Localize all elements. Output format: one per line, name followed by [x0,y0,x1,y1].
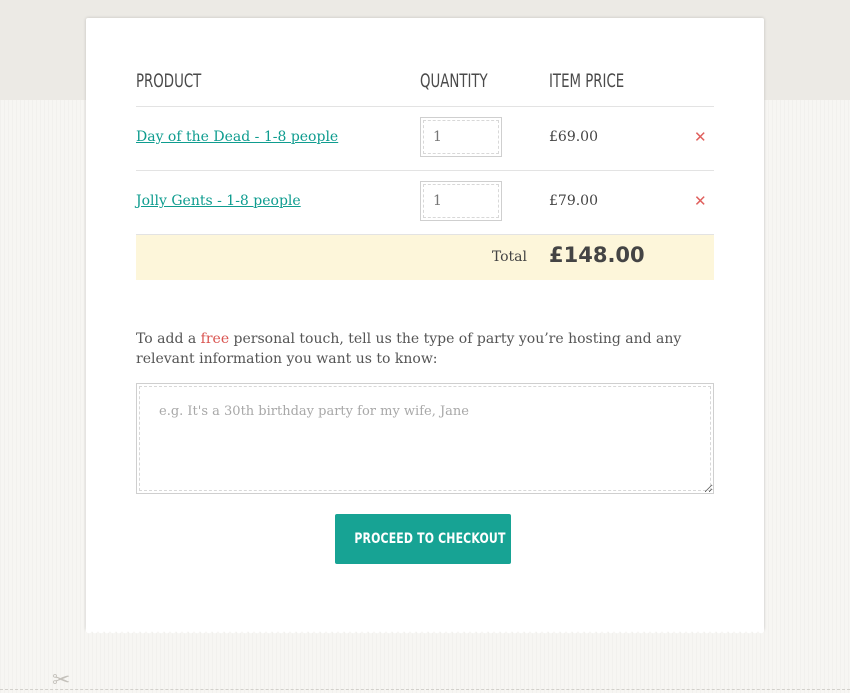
close-x-icon[interactable]: ✕ [694,192,707,210]
note-instructions: To add a free personal touch, tell us th… [136,329,714,369]
scissors-icon: ✂ [52,668,71,693]
card-torn-edge [86,626,764,636]
quantity-column-header: Quantity [420,70,488,92]
product-link[interactable]: Day of the Dead - 1-8 people [136,129,338,145]
price-column-header: Item Price [549,70,625,92]
total-value: £148.00 [549,243,645,267]
note-text-before: To add a [136,331,201,347]
cut-line-divider [0,689,850,690]
quantity-input[interactable] [420,181,502,221]
cart-table-header: Product Quantity Item Price [136,64,714,107]
item-price: £69.00 [549,129,598,145]
cart-total-row: Total £148.00 [136,235,714,280]
cart-row: Jolly Gents - 1-8 people £79.00 ✕ [136,171,714,235]
product-link[interactable]: Jolly Gents - 1-8 people [136,193,301,209]
proceed-to-checkout-button[interactable]: Proceed to checkout [335,514,511,564]
party-notes-textarea[interactable] [136,383,714,494]
cart-row: Day of the Dead - 1-8 people £69.00 ✕ [136,107,714,171]
total-label: Total [491,249,527,265]
checkout-button-label: Proceed to checkout [354,531,506,547]
product-column-header: Product [136,70,202,92]
item-price: £79.00 [549,193,598,209]
free-highlight: free [200,331,230,347]
quantity-input[interactable] [420,117,502,157]
close-x-icon[interactable]: ✕ [694,128,707,146]
